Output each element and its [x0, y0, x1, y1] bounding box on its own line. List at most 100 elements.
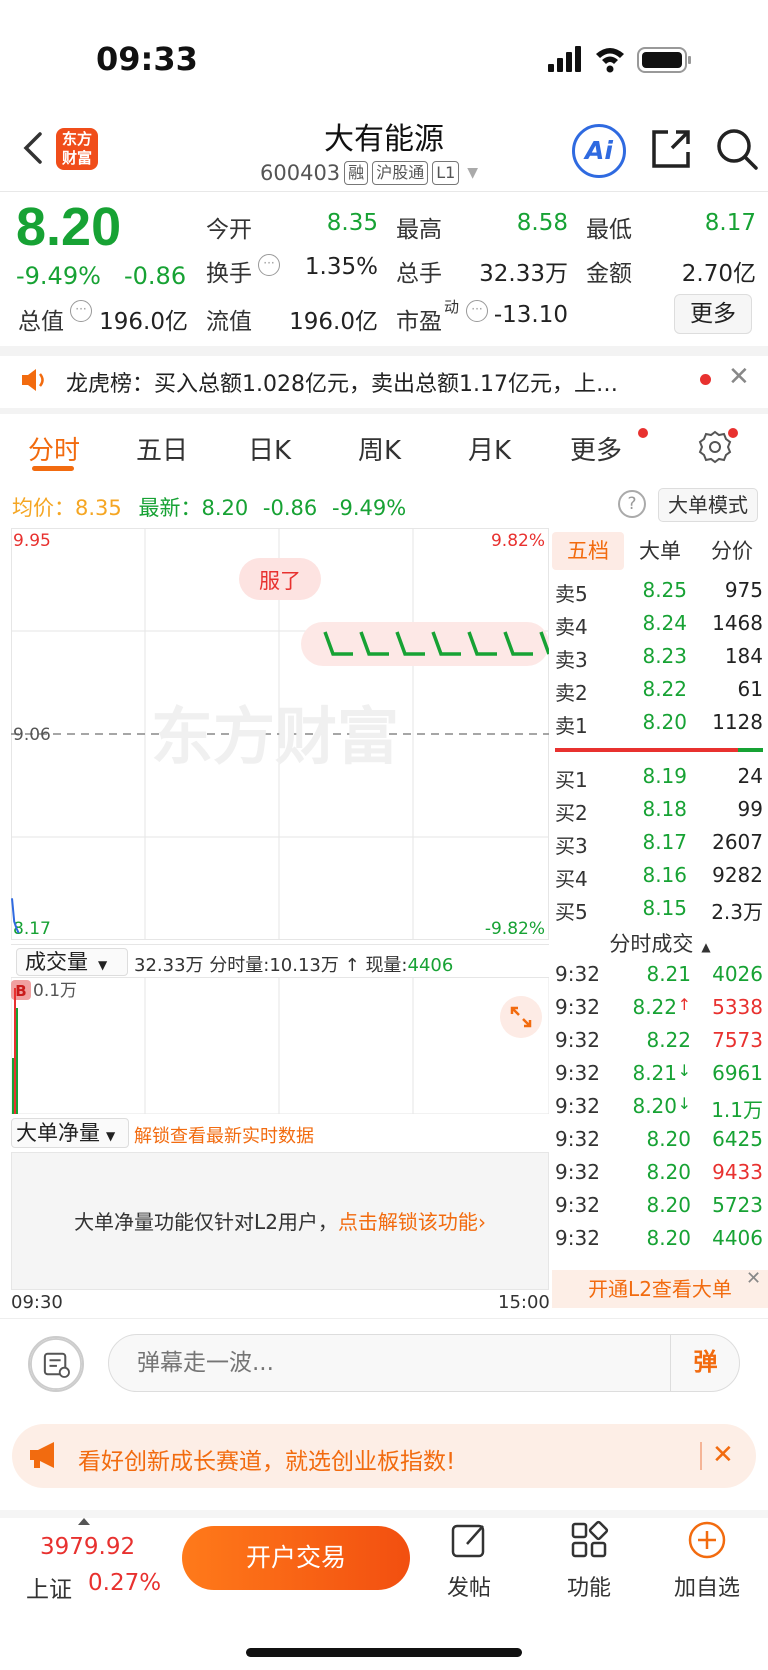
bid-row: 买4 8.16 9282	[555, 863, 763, 895]
settings-dot	[728, 428, 738, 438]
stock-subtitle[interactable]: 600403 融 沪股通 L1 ▼	[260, 158, 478, 188]
big-order-mode-button[interactable]: 大单模式	[658, 488, 758, 522]
market-cap-value: 196.0亿	[99, 309, 188, 335]
volume-chart: B 0.1万	[11, 978, 549, 1114]
ask-label: 卖5	[555, 582, 588, 606]
trade-time: 9:32	[555, 1061, 600, 1085]
index-change-pct[interactable]: 0.27%	[88, 1570, 161, 1596]
danmaku-send-button[interactable]: 弹	[670, 1334, 740, 1392]
tab-price-distribution[interactable]: 分价	[696, 532, 768, 570]
trades-header[interactable]: 分时成交 ▲	[552, 928, 768, 958]
sort-up-icon: ▲	[701, 940, 711, 954]
more-quote-button[interactable]: 更多	[674, 294, 752, 334]
tab-more-dot	[638, 428, 648, 438]
tab-five-levels[interactable]: 五档	[552, 532, 624, 570]
ask-row: 卖4 8.24 1468	[555, 611, 763, 643]
tab-weekly-k[interactable]: 周K	[358, 430, 401, 467]
post-button[interactable]: 发帖	[424, 1520, 514, 1602]
bid-volume: 99	[737, 797, 763, 821]
function-button[interactable]: 功能	[544, 1520, 634, 1602]
current-price: 8.20	[16, 197, 122, 257]
function-label: 功能	[566, 1576, 611, 1601]
y-axis-bottom-label: 8.17	[13, 919, 51, 939]
danmaku-input[interactable]	[108, 1334, 740, 1392]
ask-price: 8.25	[642, 578, 687, 602]
danmaku-settings-icon[interactable]	[28, 1336, 84, 1392]
bid-price: 8.19	[642, 764, 687, 788]
open-account-trade-button[interactable]: 开户交易	[182, 1526, 410, 1590]
volume-indicator-select[interactable]: 成交量 ▼	[16, 948, 128, 976]
trade-price: 8.22	[646, 1028, 691, 1052]
l2-upgrade-banner[interactable]: 开通L2查看大单	[552, 1270, 768, 1308]
chevron-down-icon: ▼	[98, 958, 108, 972]
trade-price: 8.20	[646, 1193, 691, 1217]
trade-down-arrow: ↓	[677, 1094, 691, 1113]
trade-volume: 4406	[712, 1226, 763, 1250]
change-amount: -0.86	[124, 262, 187, 290]
trade-volume: 5338	[712, 995, 763, 1019]
tab-daily-k[interactable]: 日K	[248, 430, 291, 467]
bid-label: 买2	[555, 801, 588, 825]
section-gap	[0, 346, 768, 356]
ask-label: 卖3	[555, 648, 588, 672]
latest-pct: -9.49%	[331, 496, 407, 520]
net-flow-indicator-select[interactable]: 大单净量 ▼	[11, 1118, 129, 1148]
add-watchlist-button[interactable]: 加自选	[662, 1520, 752, 1602]
up-arrow-icon: ↑	[344, 955, 360, 976]
help-icon[interactable]: ?	[618, 490, 646, 518]
expand-icon[interactable]	[500, 996, 542, 1038]
edit-icon	[451, 1524, 485, 1558]
add-watchlist-label: 加自选	[673, 1576, 740, 1601]
bid-volume: 24	[737, 764, 763, 788]
unlock-realtime-link[interactable]: 解锁查看最新实时数据	[134, 1122, 314, 1148]
wifi-icon	[596, 48, 624, 73]
tab-five-day[interactable]: 五日	[136, 430, 188, 467]
notice-unread-dot	[700, 374, 711, 385]
share-icon[interactable]	[648, 126, 694, 172]
trade-time: 9:32	[555, 1160, 600, 1184]
index-value[interactable]: 3979.92	[40, 1534, 135, 1560]
turnover-value: 1.35%	[304, 254, 378, 280]
settings-icon[interactable]	[698, 430, 732, 464]
trade-row: 9:32 8.22 ↑ 5338	[555, 995, 763, 1029]
volume-bar	[12, 1058, 14, 1114]
market-cap-label: 总值	[18, 309, 64, 335]
active-tab-indicator	[32, 466, 74, 471]
index-name[interactable]: 上证	[26, 1570, 72, 1604]
market-cap-info-icon[interactable]: ···	[70, 300, 92, 322]
bid-price: 8.18	[642, 797, 687, 821]
tab-big-orders[interactable]: 大单	[624, 532, 696, 570]
tab-monthly-k[interactable]: 月K	[468, 430, 511, 467]
unlock-feature-link[interactable]: 点击解锁该功能	[338, 1210, 478, 1234]
section-divider	[0, 1318, 768, 1319]
tag-margin: 融	[344, 161, 369, 185]
promo-text[interactable]: 看好创新成长赛道，就选创业板指数!	[78, 1442, 455, 1476]
volume-summary: 32.33万 分时量:10.13万 ↑ 现量:4406	[134, 951, 453, 977]
open-value: 8.35	[326, 210, 378, 236]
high-value: 8.58	[516, 210, 568, 236]
amount-value: 2.70亿	[681, 261, 756, 287]
ask-row: 卖2 8.22 61	[555, 677, 763, 709]
bid-label: 买5	[555, 900, 588, 924]
l2-banner-close-icon[interactable]: ✕	[746, 1268, 761, 1289]
ask-label: 卖4	[555, 615, 588, 639]
promo-close-icon[interactable]: ✕	[712, 1440, 734, 1470]
tab-intraday[interactable]: 分时	[28, 430, 80, 467]
ask-price: 8.20	[642, 710, 687, 734]
index-expand-icon[interactable]	[78, 1518, 90, 1525]
ask-price: 8.22	[642, 677, 687, 701]
latest-price-value: 8.20	[201, 496, 249, 520]
tab-more[interactable]: 更多	[570, 430, 622, 467]
trade-row: 9:32 8.20 9433	[555, 1160, 763, 1194]
ai-assistant-button[interactable]: Ai	[572, 124, 626, 178]
notice-text[interactable]: 龙虎榜：买入总额1.028亿元，卖出总额1.17亿元，上…	[66, 366, 682, 398]
search-icon[interactable]	[714, 126, 760, 172]
pct-axis-bottom-label: -9.82%	[485, 919, 545, 939]
ask-row: 卖1 8.20 1128	[555, 710, 763, 742]
notice-close-icon[interactable]: ✕	[728, 362, 750, 392]
turnover-info-icon[interactable]: ···	[258, 254, 280, 276]
home-indicator	[246, 1648, 522, 1657]
bid-price: 8.16	[642, 863, 687, 887]
bid-volume: 2.3万	[711, 900, 763, 924]
volume-axis-top-label: 0.1万	[33, 981, 77, 1001]
